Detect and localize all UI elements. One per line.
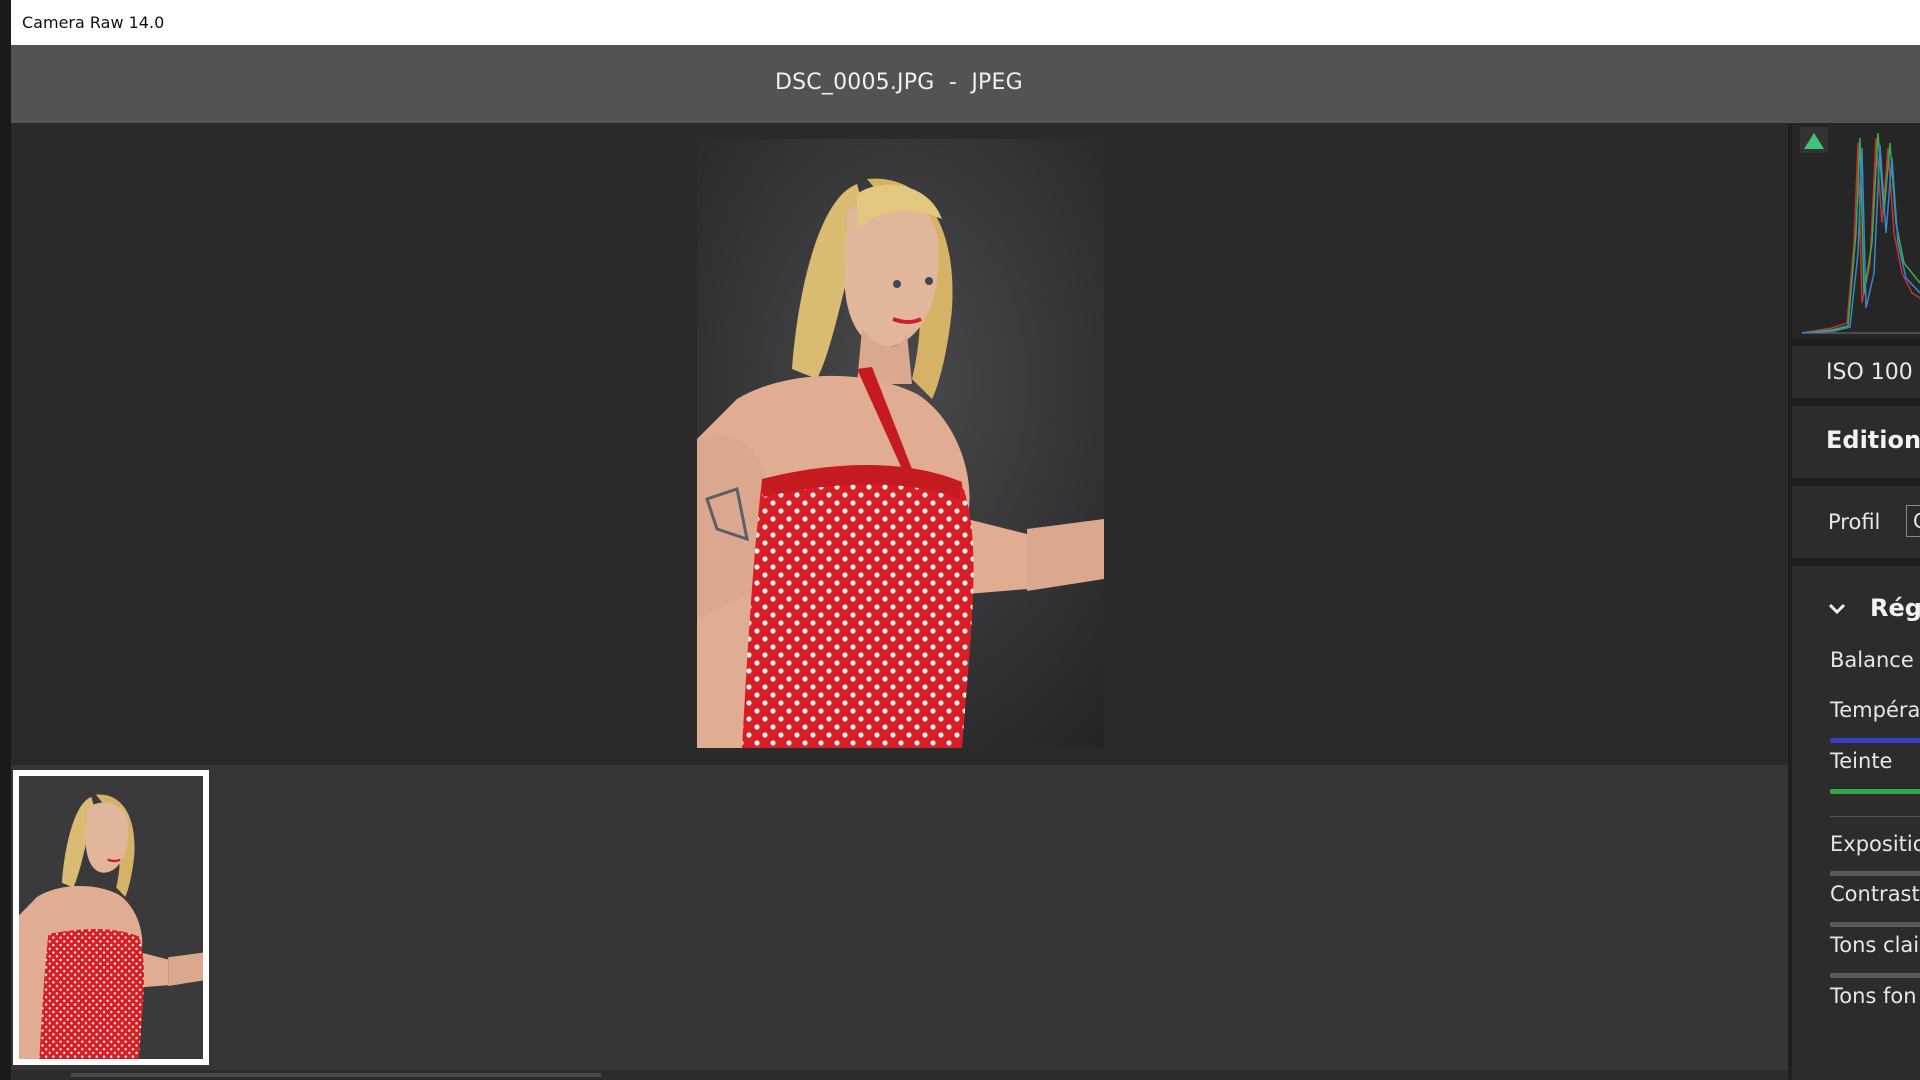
tint-label: Teinte xyxy=(1830,749,1893,773)
histogram xyxy=(1792,123,1920,338)
highlights-label: Tons clai xyxy=(1830,933,1920,957)
thumbnail-image xyxy=(19,776,203,1059)
edit-header[interactable]: Edition xyxy=(1792,406,1920,478)
section-title[interactable]: Rég xyxy=(1870,594,1920,622)
contrast-label: Contraste xyxy=(1830,882,1920,906)
basic-adjustments-section: Rég Balance d Tempéra Teinte Expositio C… xyxy=(1792,566,1920,1080)
image-preview-area[interactable] xyxy=(11,123,1788,765)
file-header: DSC_0005.JPG - JPEG xyxy=(11,45,1920,123)
main-photo[interactable] xyxy=(697,139,1104,748)
camera-info-row: ISO 100 xyxy=(1792,346,1920,398)
filmstrip-scrollbar[interactable] xyxy=(11,1070,1788,1080)
temperature-label: Tempéra xyxy=(1830,698,1920,722)
white-balance-label: Balance d xyxy=(1830,648,1920,672)
histogram-graph xyxy=(1801,132,1920,334)
profile-dropdown[interactable]: C xyxy=(1906,505,1920,537)
filmstrip-thumbnail-selected[interactable] xyxy=(13,770,209,1065)
window-title: Camera Raw 14.0 xyxy=(22,13,165,32)
temperature-slider[interactable] xyxy=(1830,738,1920,743)
section-divider xyxy=(1830,816,1920,817)
scrollbar-thumb[interactable] xyxy=(71,1073,601,1077)
filmstrip xyxy=(11,765,1788,1070)
profile-label: Profil xyxy=(1828,510,1881,534)
window-left-edge xyxy=(0,0,11,1080)
exposure-label: Expositio xyxy=(1830,832,1920,856)
window-titlebar: Camera Raw 14.0 xyxy=(11,0,1920,45)
highlights-slider[interactable] xyxy=(1830,973,1920,978)
edit-label: Edition xyxy=(1826,426,1920,454)
contrast-slider[interactable] xyxy=(1830,922,1920,927)
profile-row: Profil C xyxy=(1792,486,1920,558)
edit-panel: ISO 100 Edition Profil C Rég Balance d T… xyxy=(1788,123,1920,1080)
file-name: DSC_0005.JPG - JPEG xyxy=(775,70,1023,95)
tint-slider[interactable] xyxy=(1830,789,1920,794)
exposure-slider[interactable] xyxy=(1830,871,1920,876)
iso-value: ISO 100 xyxy=(1826,360,1913,385)
shadows-label: Tons fon xyxy=(1830,984,1917,1008)
chevron-down-icon[interactable] xyxy=(1828,602,1846,616)
profile-value: C xyxy=(1913,509,1920,533)
